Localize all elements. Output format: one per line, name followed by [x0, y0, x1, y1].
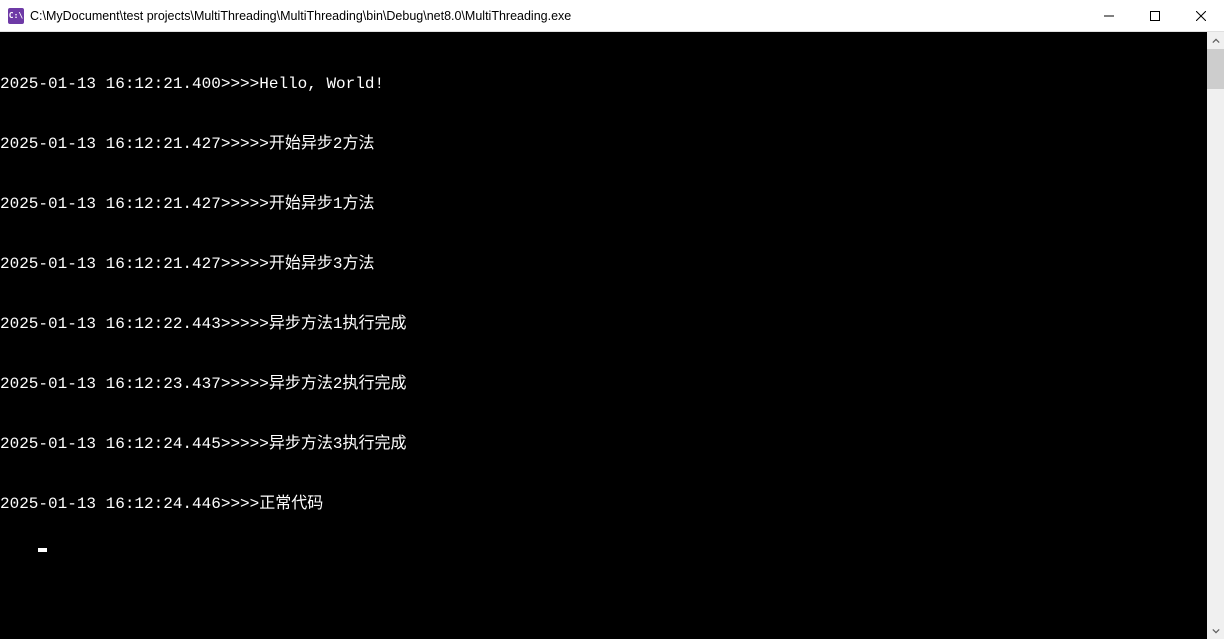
minimize-button[interactable] [1086, 0, 1132, 31]
scroll-track[interactable] [1207, 49, 1224, 622]
scroll-up-button[interactable] [1207, 32, 1224, 49]
console-line: 2025-01-13 16:12:21.427>>>>>开始异步3方法 [0, 254, 1207, 274]
maximize-icon [1150, 11, 1160, 21]
console-line: 2025-01-13 16:12:23.437>>>>>异步方法2执行完成 [0, 374, 1207, 394]
console-output[interactable]: 2025-01-13 16:12:21.400>>>>Hello, World!… [0, 32, 1207, 639]
close-icon [1196, 11, 1206, 21]
maximize-button[interactable] [1132, 0, 1178, 31]
app-icon: C:\ [8, 8, 24, 24]
chevron-up-icon [1212, 37, 1220, 45]
chevron-down-icon [1212, 627, 1220, 635]
titlebar[interactable]: C:\ C:\MyDocument\test projects\MultiThr… [0, 0, 1224, 32]
console-line: 2025-01-13 16:12:21.427>>>>>开始异步2方法 [0, 134, 1207, 154]
console-line: 2025-01-13 16:12:24.445>>>>>异步方法3执行完成 [0, 434, 1207, 454]
window-title: C:\MyDocument\test projects\MultiThreadi… [30, 9, 1086, 23]
scroll-down-button[interactable] [1207, 622, 1224, 639]
text-cursor [38, 548, 47, 552]
console-container: 2025-01-13 16:12:21.400>>>>Hello, World!… [0, 32, 1224, 639]
console-line: 2025-01-13 16:12:24.446>>>>正常代码 [0, 494, 1207, 514]
scroll-thumb[interactable] [1207, 49, 1224, 89]
close-button[interactable] [1178, 0, 1224, 31]
window-controls [1086, 0, 1224, 31]
console-line: 2025-01-13 16:12:22.443>>>>>异步方法1执行完成 [0, 314, 1207, 334]
console-line: 2025-01-13 16:12:21.400>>>>Hello, World! [0, 74, 1207, 94]
minimize-icon [1104, 11, 1114, 21]
vertical-scrollbar[interactable] [1207, 32, 1224, 639]
console-line: 2025-01-13 16:12:21.427>>>>>开始异步1方法 [0, 194, 1207, 214]
